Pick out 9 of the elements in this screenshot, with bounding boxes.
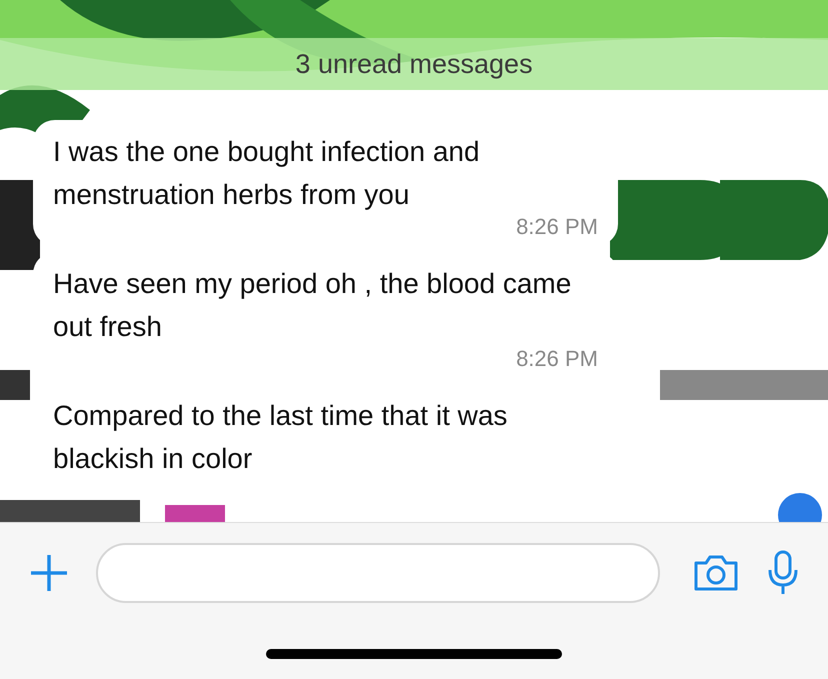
unread-messages-label: 3 unread messages [295,48,533,80]
message-text: Compared to the last time that it was blackish in color [53,399,508,476]
message-time: 8:26 PM [516,214,598,240]
microphone-icon[interactable] [766,550,800,596]
message-text: I was the one bought infection and menstruation herbs from you [53,135,481,212]
camera-icon[interactable] [692,554,740,592]
message-time: 8:26 PM [516,346,598,372]
plus-icon[interactable] [28,552,70,594]
message-text: Have seen my period oh , the blood came out fresh [53,267,572,344]
